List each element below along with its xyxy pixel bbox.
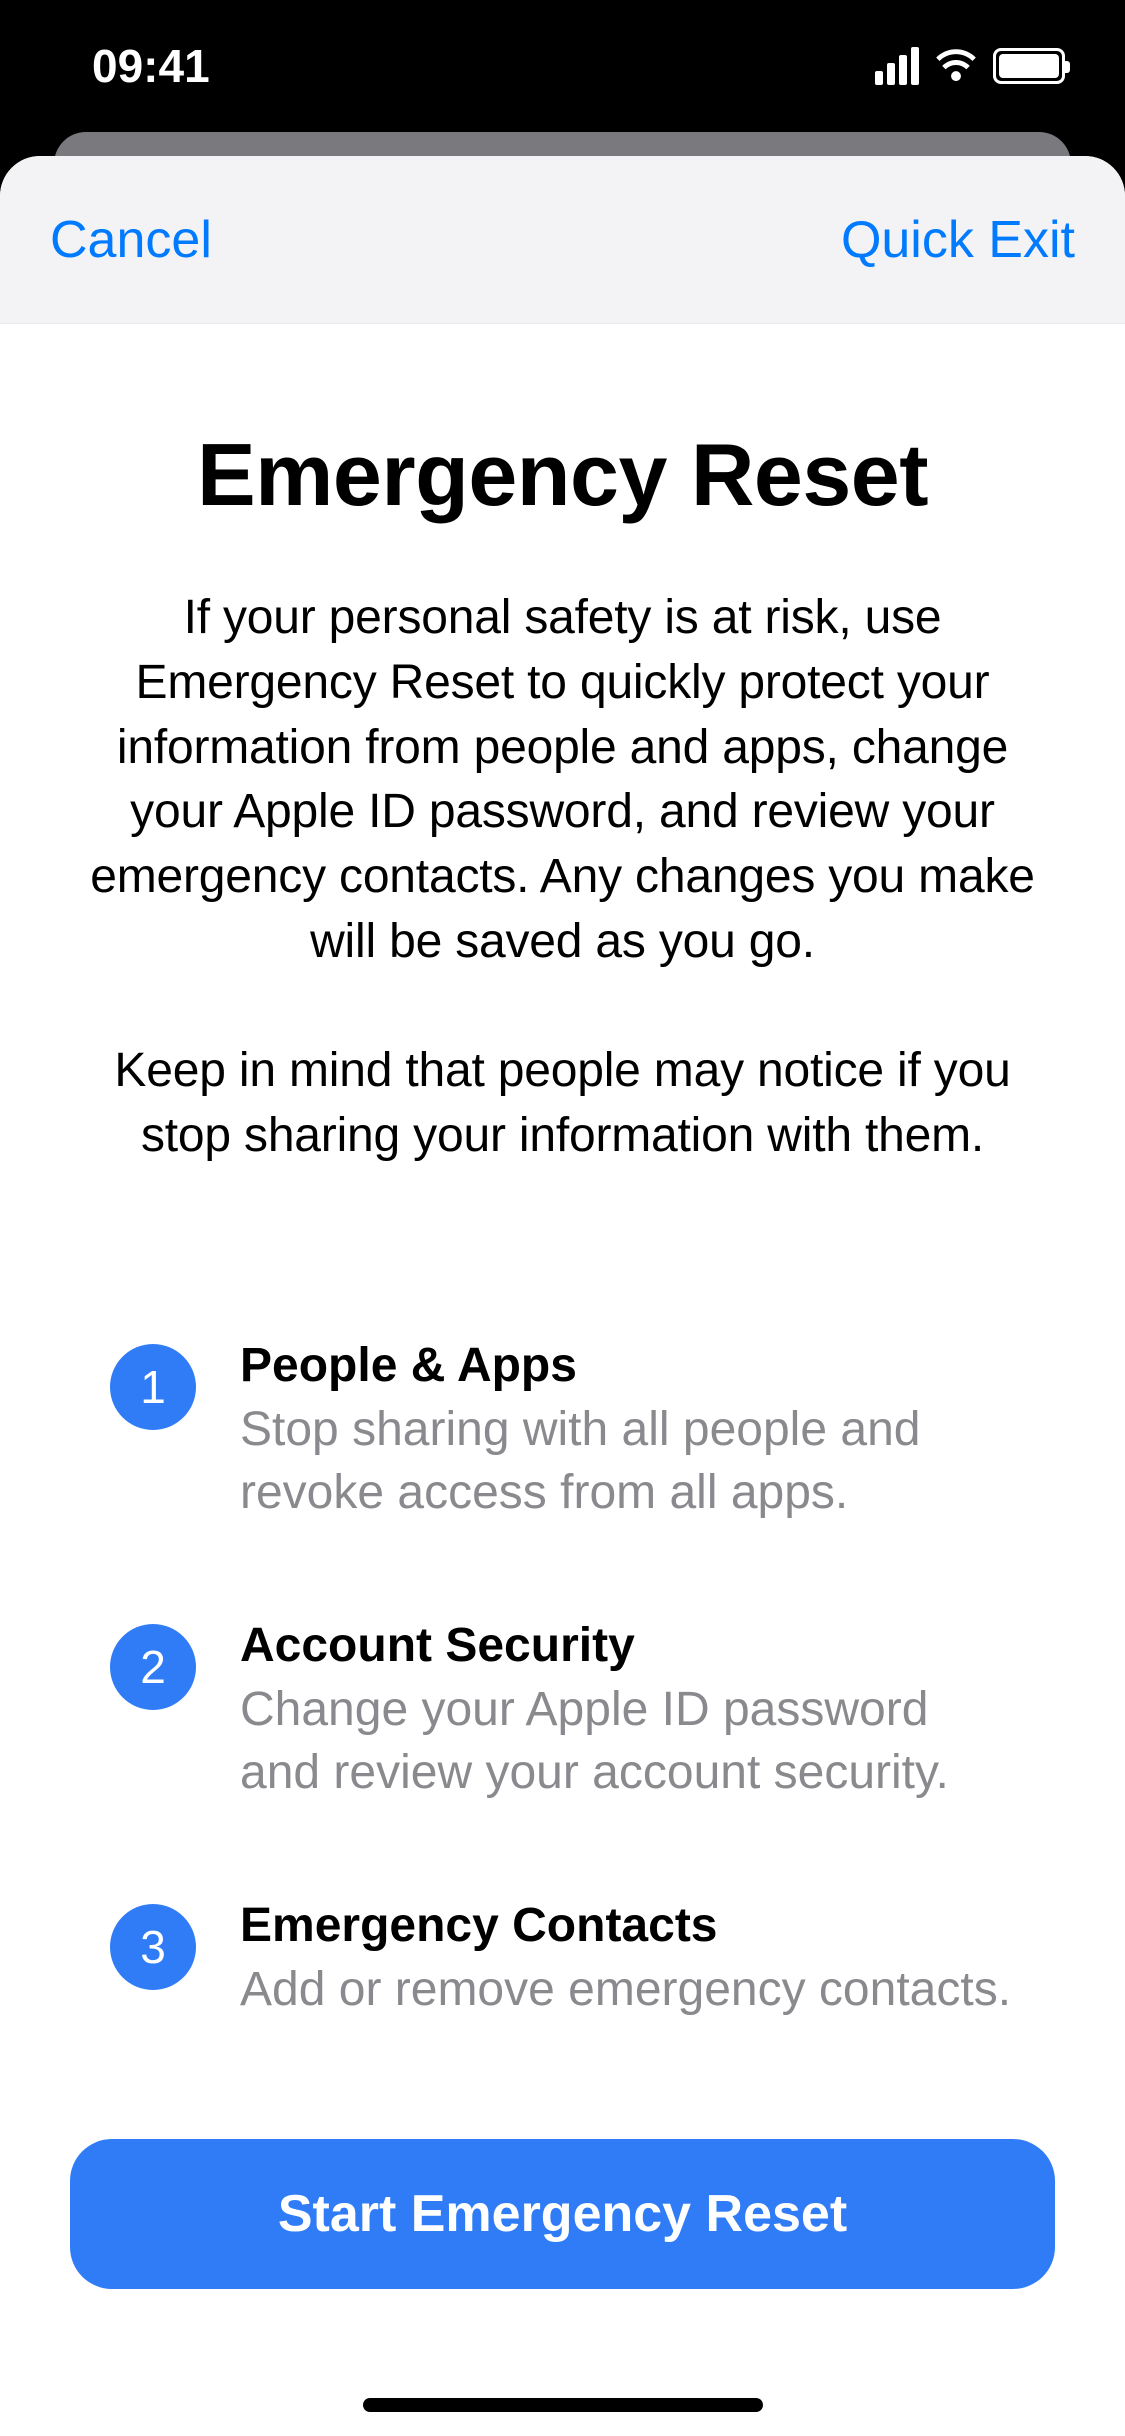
description-primary: If your personal safety is at risk, use …	[70, 586, 1055, 975]
step-description: Change your Apple ID password and review…	[240, 1679, 1015, 1804]
quick-exit-button[interactable]: Quick Exit	[841, 210, 1075, 270]
step-text: Emergency Contacts Add or remove emergen…	[240, 1898, 1015, 2021]
battery-icon	[993, 48, 1065, 84]
home-indicator[interactable]	[363, 2398, 763, 2412]
steps-list: 1 People & Apps Stop sharing with all pe…	[70, 1338, 1055, 2021]
step-text: People & Apps Stop sharing with all peop…	[240, 1338, 1015, 1524]
step-item: 3 Emergency Contacts Add or remove emerg…	[110, 1898, 1015, 2021]
status-time: 09:41	[92, 39, 210, 93]
cancel-button[interactable]: Cancel	[50, 210, 212, 270]
navigation-bar: Cancel Quick Exit	[0, 156, 1125, 324]
page-title: Emergency Reset	[70, 424, 1055, 526]
step-description: Stop sharing with all people and revoke …	[240, 1399, 1015, 1524]
content-area: Emergency Reset If your personal safety …	[0, 324, 1125, 2436]
status-indicators	[875, 47, 1065, 86]
step-number-badge: 1	[110, 1344, 196, 1430]
step-title: Account Security	[240, 1618, 1015, 1673]
step-item: 1 People & Apps Stop sharing with all pe…	[110, 1338, 1015, 1524]
step-text: Account Security Change your Apple ID pa…	[240, 1618, 1015, 1804]
modal-sheet: Cancel Quick Exit Emergency Reset If you…	[0, 156, 1125, 2436]
start-emergency-reset-button[interactable]: Start Emergency Reset	[70, 2139, 1055, 2289]
step-title: People & Apps	[240, 1338, 1015, 1393]
step-number-badge: 3	[110, 1904, 196, 1990]
step-description: Add or remove emergency contacts.	[240, 1959, 1015, 2021]
cellular-signal-icon	[875, 47, 919, 85]
description-secondary: Keep in mind that people may notice if y…	[70, 1039, 1055, 1169]
wifi-icon	[933, 47, 979, 86]
step-title: Emergency Contacts	[240, 1898, 1015, 1953]
status-bar: 09:41	[0, 0, 1125, 132]
step-number-badge: 2	[110, 1624, 196, 1710]
step-item: 2 Account Security Change your Apple ID …	[110, 1618, 1015, 1804]
